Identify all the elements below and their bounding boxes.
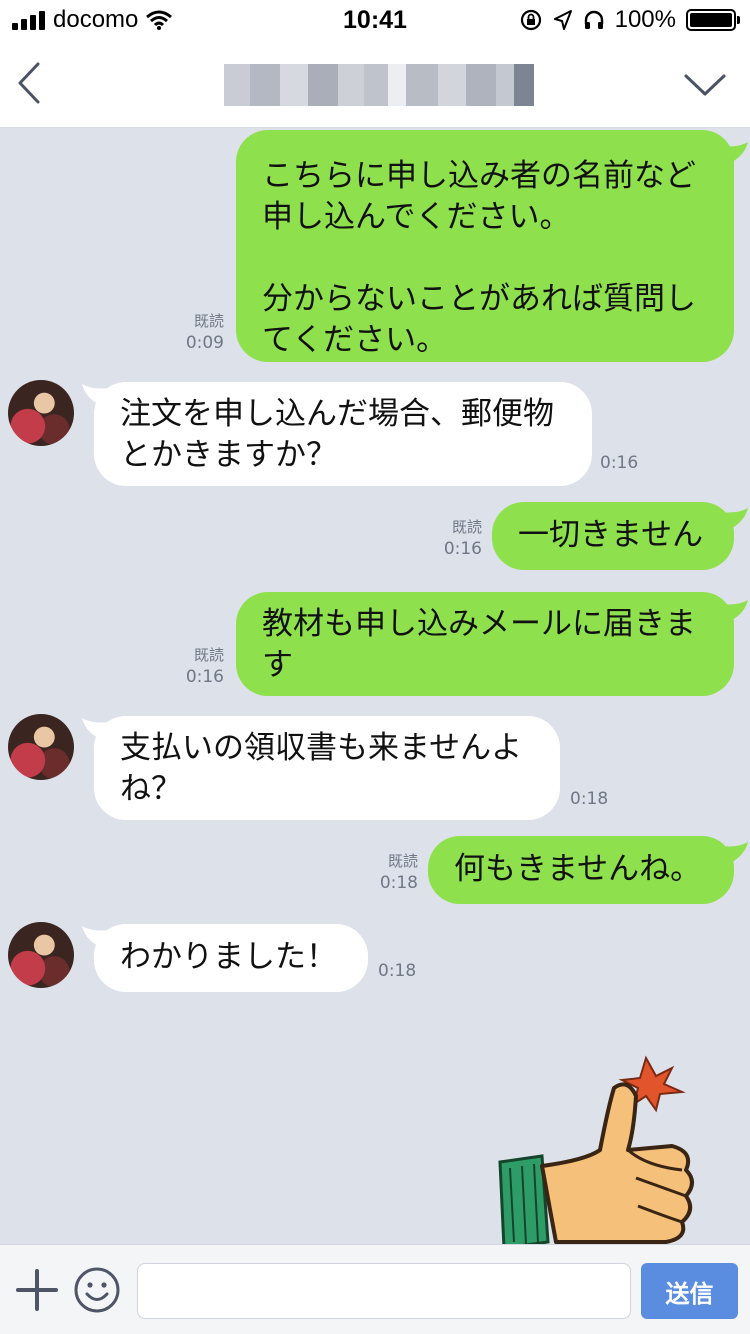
message-time: 0:16 — [185, 667, 224, 687]
message-time: 0:16 — [600, 453, 639, 473]
chat-area[interactable]: 既読 0:09 こちらに申し込み者の名前など 申し込んでください。 分からないこ… — [0, 128, 750, 1244]
thumbs-up-sticker[interactable] — [496, 1038, 706, 1244]
message-time: 0:18 — [378, 961, 417, 981]
bubble-tail — [720, 508, 748, 532]
message-input[interactable] — [137, 1263, 631, 1319]
message-bubble-sent[interactable]: 何もきませんね。 — [428, 836, 734, 904]
bubble-tail — [720, 142, 748, 166]
message-bubble-sent[interactable]: こちらに申し込み者の名前など 申し込んでください。 分からないことがあれば質問し… — [236, 130, 734, 362]
message-meta: 既読 0:09 — [160, 310, 224, 354]
avatar[interactable] — [8, 380, 74, 446]
read-receipt: 既読 — [193, 312, 224, 330]
back-button[interactable] — [10, 58, 50, 108]
message-bubble-received[interactable]: わかりました！ — [94, 924, 368, 992]
message-input-bar: 送信 — [0, 1244, 750, 1334]
smiley-icon[interactable] — [72, 1265, 122, 1315]
message-bubble-sent[interactable]: 教材も申し込みメールに届きま す — [236, 592, 734, 696]
message-time: 0:16 — [443, 539, 482, 559]
plus-icon[interactable] — [14, 1267, 60, 1313]
bubble-tail — [720, 600, 748, 624]
location-icon — [553, 10, 572, 30]
message-time: 0:18 — [379, 873, 418, 893]
battery-icon — [686, 9, 740, 31]
rotation-lock-icon — [520, 9, 541, 31]
battery-percent: 100% — [614, 6, 676, 33]
message-meta: 既読 0:16 — [418, 516, 482, 560]
avatar[interactable] — [8, 714, 74, 780]
read-receipt: 既読 — [193, 646, 224, 664]
message-meta: 0:18 — [570, 788, 618, 810]
chat-title-redacted — [224, 64, 534, 106]
message-meta: 0:16 — [600, 452, 648, 474]
message-bubble-received[interactable]: 支払いの領収書も来ませんよ ね？ — [94, 716, 560, 820]
message-time: 0:18 — [570, 789, 609, 809]
message-time: 0:09 — [185, 333, 224, 353]
message-meta: 既読 0:16 — [160, 644, 224, 688]
send-button[interactable]: 送信 — [641, 1263, 738, 1319]
chevron-down-icon[interactable] — [682, 66, 728, 102]
message-bubble-sent[interactable]: 一切きません — [492, 502, 734, 570]
read-receipt: 既読 — [451, 518, 482, 536]
headphones-icon — [584, 10, 603, 29]
message-meta: 0:18 — [378, 960, 426, 982]
message-bubble-received[interactable]: 注文を申し込んだ場合、郵便物 とかきますか？ — [94, 382, 592, 486]
read-receipt: 既読 — [387, 852, 418, 870]
chat-header — [0, 40, 750, 128]
status-bar: docomo 10:41 100% — [0, 0, 750, 40]
bubble-tail — [720, 842, 748, 866]
message-meta: 既読 0:18 — [354, 850, 418, 894]
avatar[interactable] — [8, 922, 74, 988]
status-right: 100% — [519, 6, 740, 34]
